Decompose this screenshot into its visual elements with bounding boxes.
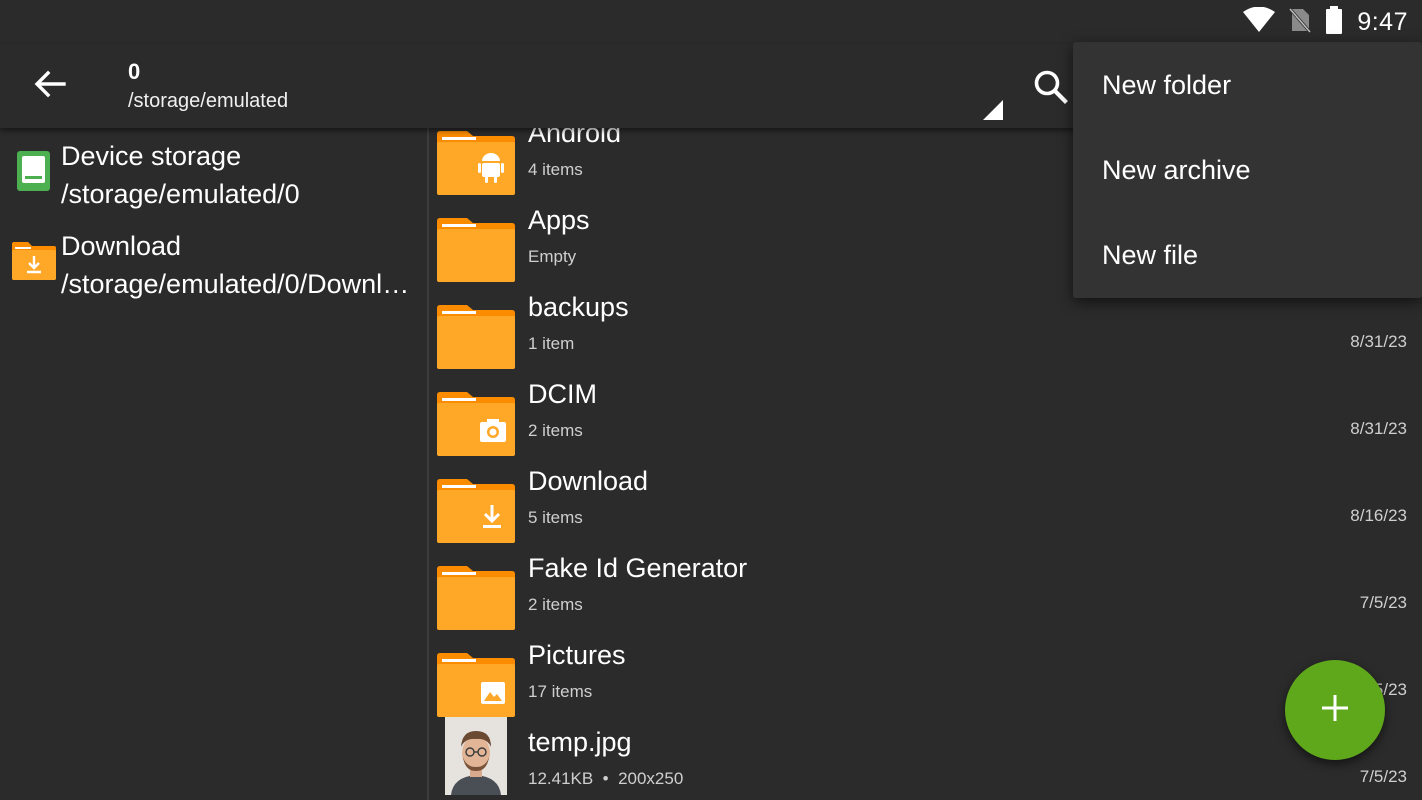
toolbar-subtitle: /storage/emulated — [128, 90, 289, 112]
file-name: Pictures — [528, 640, 626, 670]
file-manager-screen: 9:47 0 /storage/emulated Device storage … — [0, 0, 1422, 800]
path-dropdown-icon[interactable] — [983, 100, 1003, 120]
file-row-backups[interactable]: backups 1 item 8/31/23 — [429, 290, 1422, 377]
file-name: Apps — [528, 205, 590, 235]
toolbar-title: 0 — [128, 59, 141, 84]
file-meta: 17 items — [528, 682, 593, 701]
download-folder-icon — [437, 479, 515, 543]
title-block[interactable]: 0 /storage/emulated — [128, 58, 288, 116]
file-row-download[interactable]: Download 5 items 8/16/23 — [429, 464, 1422, 551]
file-date: 7/5/23 — [1359, 593, 1407, 612]
file-row-temp-jpg[interactable]: temp.jpg 12.41KB • 200x250 7/5/23 — [429, 717, 1422, 800]
menu-item-new-file[interactable]: New file — [1073, 213, 1422, 298]
overflow-menu: New folder New archive New file — [1073, 42, 1422, 298]
file-date: 7/5/23 — [1359, 767, 1407, 786]
file-meta: 5 items — [528, 508, 583, 527]
file-meta: 1 item — [528, 334, 575, 353]
search-button[interactable] — [1030, 66, 1072, 108]
status-bar: 9:47 — [0, 0, 1422, 44]
file-name: Download — [528, 466, 649, 496]
back-button[interactable] — [28, 62, 72, 106]
file-name: DCIM — [528, 379, 597, 409]
storage-name: Device storage — [61, 141, 242, 171]
camera-folder-icon — [437, 392, 515, 456]
menu-item-new-folder[interactable]: New folder — [1073, 43, 1422, 128]
file-date: 8/31/23 — [1350, 419, 1407, 438]
folder-icon — [437, 218, 515, 282]
status-time: 9:47 — [1357, 7, 1408, 36]
file-meta: 2 items — [528, 595, 583, 614]
storage-item-device[interactable]: Device storage /storage/emulated/0 — [0, 136, 427, 224]
file-name: Fake Id Generator — [528, 553, 748, 583]
file-name: backups — [528, 292, 629, 322]
file-meta: 12.41KB • 200x250 — [528, 769, 684, 788]
storage-path: /storage/emulated/0/Download — [61, 269, 413, 299]
file-meta: 2 items — [528, 421, 583, 440]
wifi-icon — [1243, 6, 1276, 38]
folder-icon — [437, 305, 515, 369]
pictures-folder-icon — [437, 653, 515, 717]
android-folder-icon — [437, 131, 515, 195]
file-date: 8/31/23 — [1350, 332, 1407, 351]
plus-icon — [1320, 693, 1350, 728]
battery-icon — [1325, 5, 1343, 39]
file-name: Android — [528, 128, 622, 148]
search-icon — [1030, 70, 1072, 112]
folder-icon — [437, 566, 515, 630]
file-row-dcim[interactable]: DCIM 2 items 8/31/23 — [429, 377, 1422, 464]
arrow-left-icon — [28, 70, 72, 110]
status-icons: 9:47 — [1243, 5, 1408, 39]
image-thumbnail — [445, 717, 507, 795]
file-row-pictures[interactable]: Pictures 17 items 7/5/23 — [429, 638, 1422, 725]
file-date: 8/16/23 — [1350, 506, 1407, 525]
menu-item-new-archive[interactable]: New archive — [1073, 128, 1422, 213]
file-name: temp.jpg — [528, 727, 632, 757]
storage-name: Download — [61, 231, 182, 261]
device-storage-icon — [17, 151, 50, 196]
add-fab-button[interactable] — [1285, 660, 1385, 760]
file-meta: Empty — [528, 247, 577, 266]
file-row-fake-id-generator[interactable]: Fake Id Generator 2 items 7/5/23 — [429, 551, 1422, 638]
storage-panel: Device storage /storage/emulated/0 Downl… — [0, 128, 427, 800]
download-folder-icon — [12, 242, 56, 285]
storage-path: /storage/emulated/0 — [61, 179, 300, 209]
storage-item-download[interactable]: Download /storage/emulated/0/Download — [0, 226, 427, 314]
file-meta: 4 items — [528, 160, 583, 179]
no-sim-icon — [1289, 7, 1312, 38]
